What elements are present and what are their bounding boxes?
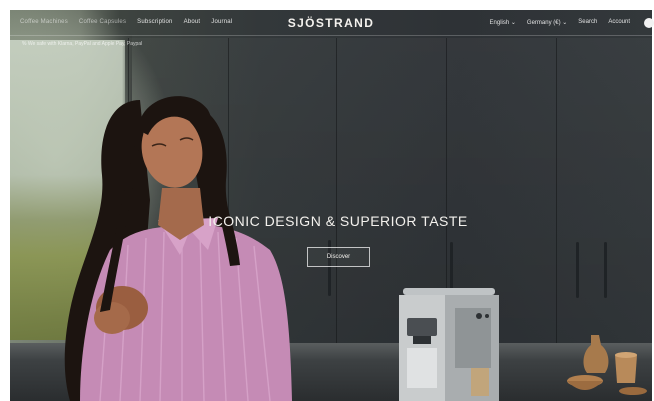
woman-illustration <box>64 96 292 401</box>
region-selector[interactable]: Germany (€) ⌄ <box>527 19 567 26</box>
cabinet-handle <box>604 242 607 298</box>
cabinet-handle <box>576 242 579 298</box>
ceramic-cups-image <box>567 335 647 395</box>
hero-title: ICONIC DESIGN & SUPERIOR TASTE <box>208 213 468 229</box>
cabinet-panel <box>556 38 652 358</box>
discover-button[interactable]: Discover <box>307 247 370 267</box>
top-navigation: Coffee Machines Coffee Capsules Subscrip… <box>10 10 654 36</box>
cart-icon[interactable] <box>644 18 654 28</box>
utility-menu: English ⌄ Germany (€) ⌄ Search Account <box>490 19 630 26</box>
account-link[interactable]: Account <box>608 19 630 26</box>
coffee-machine-image <box>399 288 499 401</box>
language-selector[interactable]: English ⌄ <box>490 19 516 26</box>
announcement-text: % We safe with Klarna, PayPal and Apple … <box>22 41 143 47</box>
search-link[interactable]: Search <box>578 19 597 26</box>
